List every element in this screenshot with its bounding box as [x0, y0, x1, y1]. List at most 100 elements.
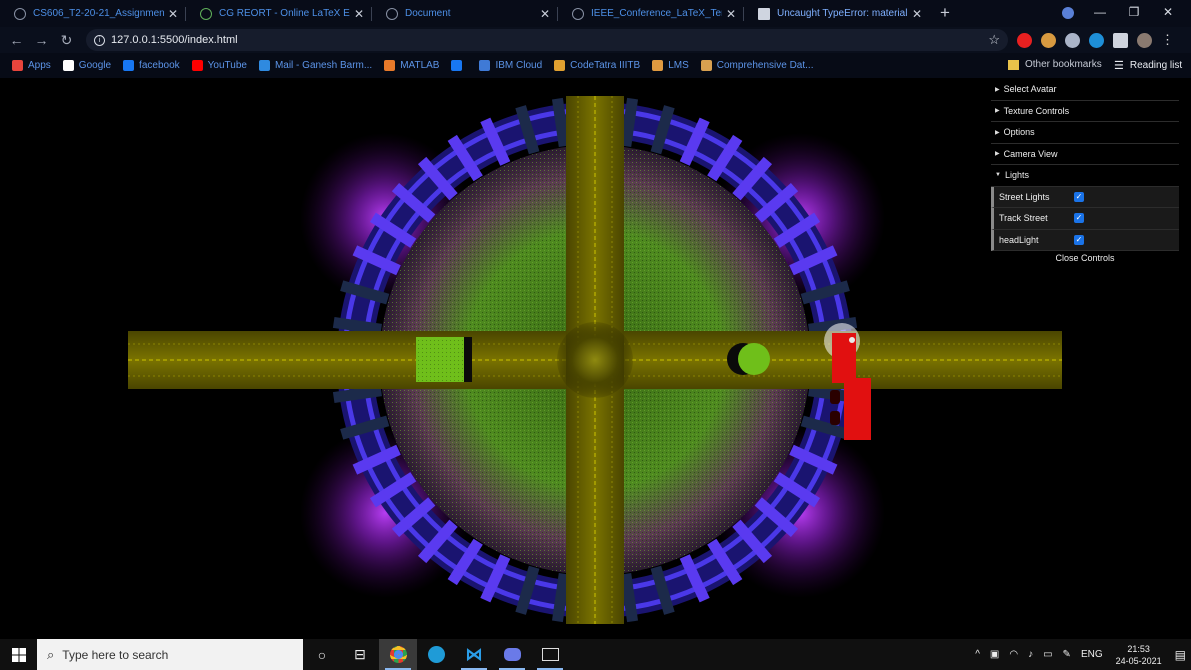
cloud-icon	[479, 60, 491, 71]
address-bar[interactable]: i 127.0.0.1:5500/index.html ☆	[86, 29, 1008, 51]
extensions-area: ⋮	[1017, 32, 1174, 48]
avatar[interactable]	[1137, 32, 1152, 48]
pen-icon[interactable]: ✎	[1063, 649, 1071, 660]
action-center-icon[interactable]: ▤	[1175, 648, 1186, 662]
chevron-right-icon: ▶	[995, 86, 1000, 93]
close-tab-icon[interactable]: ✕	[912, 7, 922, 21]
lms-icon	[652, 60, 664, 71]
center-light-spot	[557, 322, 633, 398]
bookmark-item[interactable]: facebook	[123, 60, 180, 71]
bookmark-item[interactable]: IBM Cloud	[479, 60, 542, 71]
browser-tab[interactable]: CS606_T2-20-21_Assignment4-F✕	[0, 0, 186, 27]
edge-icon[interactable]	[417, 639, 455, 670]
maximize-icon[interactable]: ❐	[1117, 5, 1151, 19]
chevron-down-icon: ▼	[995, 172, 1001, 179]
bookmark-item[interactable]: Google	[62, 60, 111, 71]
wifi-icon[interactable]: ◠	[1009, 649, 1018, 660]
car-texture	[416, 337, 466, 382]
reload-icon[interactable]: ↻	[54, 32, 79, 49]
language-indicator[interactable]: ENG	[1081, 649, 1103, 660]
headlight-checkbox[interactable]: ✓	[1074, 234, 1084, 245]
gui-folder-camera-view[interactable]: ▶ Camera View	[991, 144, 1179, 165]
cortana-icon[interactable]: ○	[303, 639, 341, 670]
car-windshield	[464, 337, 472, 382]
reading-list[interactable]: ☰ Reading list	[1114, 59, 1182, 72]
headlight	[849, 337, 855, 343]
chevron-up-icon[interactable]: ^	[975, 649, 980, 660]
matlab-icon	[384, 60, 396, 71]
other-bookmarks[interactable]: Other bookmarks	[1008, 59, 1102, 70]
gui-folder-texture-controls[interactable]: ▶ Texture Controls	[991, 101, 1179, 122]
cookie-icon[interactable]	[1041, 32, 1056, 48]
start-button[interactable]	[0, 639, 37, 670]
vscode-icon[interactable]: ⋈	[455, 639, 493, 670]
track-tie	[551, 573, 570, 623]
train-wheel	[830, 411, 840, 425]
close-controls-button[interactable]: Close Controls	[991, 251, 1179, 267]
apps-icon	[12, 60, 23, 71]
track-tie	[332, 385, 382, 404]
browser-tab[interactable]: CG REORT - Online LaTeX Editor✕	[186, 0, 372, 27]
puzzle-icon[interactable]	[1113, 32, 1128, 48]
bookmark-item[interactable]: YouTube	[191, 60, 247, 71]
gui-folder-lights[interactable]: ▼ Lights	[991, 165, 1179, 187]
bookmark-item[interactable]: MATLAB	[384, 60, 439, 71]
gui-control-headlight: headLight ✓	[991, 229, 1179, 251]
browser-tab[interactable]: IEEE_Conference_LaTeX_Template✕	[558, 0, 744, 27]
forward-icon[interactable]: →	[29, 32, 54, 48]
chrome-taskbar-icon[interactable]	[379, 639, 417, 670]
extension-icon[interactable]	[1017, 32, 1032, 48]
browser-tab-active[interactable]: Uncaught TypeError: material.on ✕	[744, 0, 930, 27]
bookmark-item[interactable]: CodeTatra IIITB	[554, 60, 640, 71]
browser-tab[interactable]: Document ✕	[372, 0, 558, 27]
task-view-icon[interactable]: ⊟	[341, 639, 379, 670]
globe-icon	[572, 7, 584, 20]
battery-icon[interactable]: ▭	[1043, 649, 1052, 660]
train-carriage	[844, 378, 871, 440]
bookmarks-bar: Apps Google facebook YouTube Mail - Gane…	[0, 53, 1191, 78]
chevron-right-icon: ▶	[995, 108, 1000, 115]
extension-icon[interactable]	[1065, 32, 1080, 48]
menu-icon[interactable]: ⋮	[1161, 32, 1174, 48]
url-text[interactable]: 127.0.0.1:5500/index.html	[111, 34, 238, 46]
doc-icon	[758, 7, 770, 20]
globe-icon	[386, 7, 398, 20]
bookmark-item[interactable]: Apps	[12, 60, 51, 71]
reading-list-icon: ☰	[1114, 60, 1124, 72]
bookmark-item[interactable]: Mail - Ganesh Barm...	[258, 60, 372, 71]
gui-folder-select-avatar[interactable]: ▶ Select Avatar	[991, 79, 1179, 101]
close-window-icon[interactable]: ✕	[1151, 5, 1185, 19]
bookmark-star-icon[interactable]: ☆	[988, 32, 1000, 48]
clock[interactable]: 21:53 24-05-2021	[1116, 643, 1162, 667]
close-tab-icon[interactable]: ✕	[726, 7, 736, 21]
volume-icon[interactable]: ♪	[1028, 649, 1033, 660]
bookmark-item[interactable]	[451, 60, 467, 71]
back-icon[interactable]: ←	[4, 32, 29, 48]
dat-gui-panel: ▶ Select Avatar ▶ Texture Controls ▶ Option…	[991, 79, 1179, 267]
gui-folder-options[interactable]: ▶ Options	[991, 122, 1179, 144]
youtube-icon	[191, 60, 203, 71]
discord-icon[interactable]	[493, 639, 531, 670]
info-icon[interactable]: i	[94, 34, 105, 46]
close-tab-icon[interactable]: ✕	[540, 7, 550, 21]
grammarly-icon[interactable]	[1089, 32, 1104, 48]
track-tie	[332, 316, 382, 335]
minimize-icon[interactable]: —	[1083, 5, 1117, 19]
close-tab-icon[interactable]: ✕	[168, 7, 178, 21]
taskbar-search[interactable]: ⌕ Type here to search	[37, 639, 303, 670]
notification-badge-icon[interactable]: ▣	[990, 649, 999, 660]
google-icon	[62, 60, 74, 71]
track-tie	[551, 97, 570, 147]
bookmark-item[interactable]: LMS	[652, 60, 689, 71]
new-tab-button[interactable]: +	[934, 0, 956, 27]
gui-control-track-street: Track Street ✓	[991, 208, 1179, 230]
tab-search-icon[interactable]	[1062, 7, 1074, 19]
street-lights-checkbox[interactable]: ✓	[1074, 191, 1084, 202]
bookmark-item[interactable]: Comprehensive Dat...	[700, 60, 813, 71]
codetatra-icon	[554, 60, 566, 71]
search-icon: ⌕	[47, 646, 55, 662]
track-street-checkbox[interactable]: ✓	[1074, 213, 1084, 224]
facebook-icon	[123, 60, 135, 71]
close-tab-icon[interactable]: ✕	[354, 7, 364, 21]
terminal-icon[interactable]	[531, 639, 569, 670]
